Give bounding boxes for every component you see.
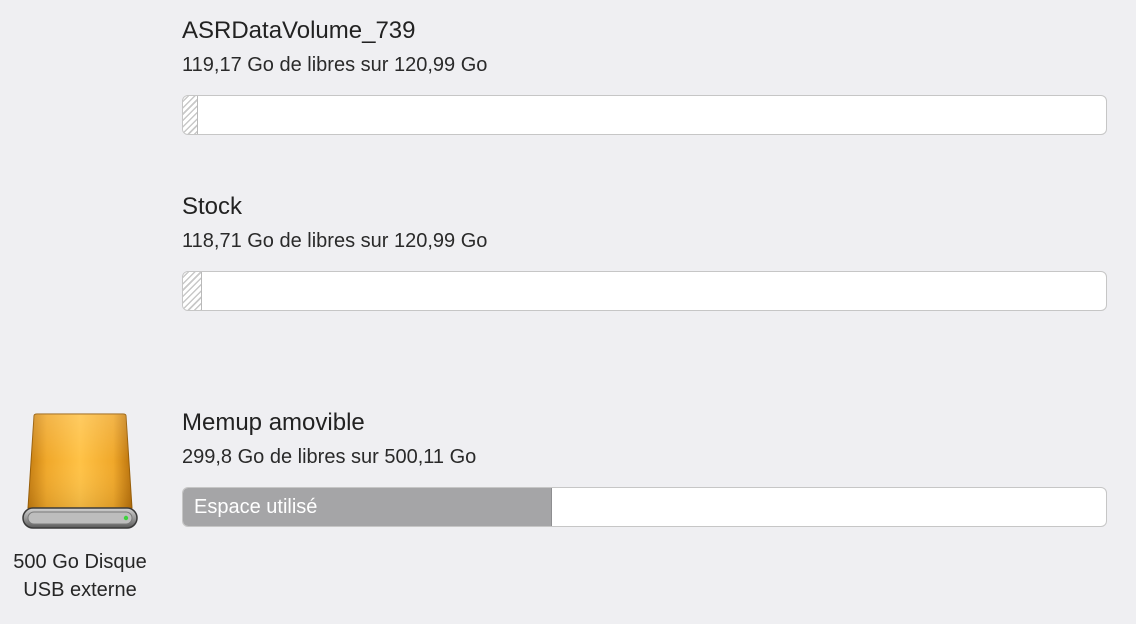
disk-caption-line-1: 500 Go Disque: [13, 551, 147, 573]
storage-bar: [182, 271, 1107, 311]
disk-caption-line-2: USB externe: [23, 579, 137, 601]
storage-bar: Espace utilisé: [182, 487, 1107, 527]
used-space-label: Espace utilisé: [194, 495, 318, 518]
volume-name: ASRDataVolume_739: [182, 17, 416, 44]
volume-free-space: 119,17 Go de libres sur 120,99 Go: [182, 54, 488, 76]
disk-caption: 500 Go Disque USB externe: [0, 548, 160, 604]
storage-bar: [182, 95, 1107, 135]
storage-bar-used-segment: Espace utilisé: [183, 488, 553, 526]
volume-memup-amovible: Memup amovible 299,8 Go de libres sur 50…: [182, 409, 1107, 527]
drive-led-indicator: [123, 515, 129, 521]
volume-asrdatavolume: ASRDataVolume_739 119,17 Go de libres su…: [182, 17, 1107, 135]
volume-free-space: 299,8 Go de libres sur 500,11 Go: [182, 446, 477, 468]
storage-bar-used-segment: [183, 272, 202, 310]
volume-name: Stock: [182, 193, 243, 220]
storage-bar-used-segment: [183, 96, 198, 134]
volume-stock: Stock 118,71 Go de libres sur 120,99 Go: [182, 193, 1107, 311]
volume-name: Memup amovible: [182, 409, 365, 436]
external-usb-drive-icon: [20, 412, 140, 534]
volume-free-space: 118,71 Go de libres sur 120,99 Go: [182, 230, 488, 252]
